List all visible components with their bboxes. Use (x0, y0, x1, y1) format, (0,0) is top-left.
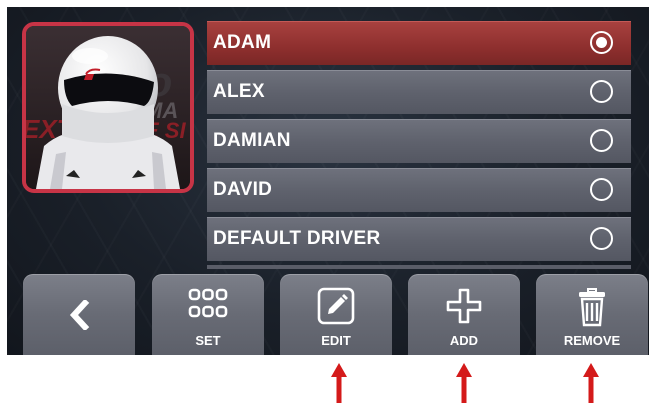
radio-selected-icon[interactable] (590, 31, 613, 54)
set-label: SET (195, 333, 221, 348)
driver-name: DEFAULT DRIVER (213, 228, 381, 249)
edit-label: EDIT (321, 333, 351, 348)
driver-select-screen: po MA EXT E SI ADAM ALEX (7, 7, 649, 355)
arrow-up-icon (583, 363, 599, 403)
driver-name: ADAM (213, 32, 272, 53)
pencil-icon (317, 287, 355, 329)
driver-row-david[interactable]: DAVID (207, 168, 631, 212)
radio-unselected-icon[interactable] (590, 178, 613, 201)
radio-unselected-icon[interactable] (590, 80, 613, 103)
trash-icon (576, 285, 608, 331)
chevron-left-icon (68, 298, 90, 334)
driver-list: ADAM ALEX DAMIAN DAVID DEFAULT DRIVER (207, 21, 631, 266)
driver-name: ALEX (213, 81, 265, 102)
driver-row-alex[interactable]: ALEX (207, 70, 631, 114)
back-button[interactable] (23, 274, 135, 355)
remove-button[interactable]: REMOVE (536, 274, 648, 355)
plus-icon (445, 287, 483, 329)
driver-name: DAMIAN (213, 130, 291, 151)
driver-row-adam[interactable]: ADAM (207, 21, 631, 65)
radio-unselected-icon[interactable] (590, 227, 613, 250)
remove-label: REMOVE (563, 333, 621, 348)
radio-unselected-icon[interactable] (590, 129, 613, 152)
grid-icon (188, 287, 228, 325)
driver-name: DAVID (213, 179, 273, 200)
list-scroll-edge (207, 265, 631, 269)
driver-avatar: po MA EXT E SI (22, 22, 194, 193)
add-button[interactable]: ADD (408, 274, 520, 355)
arrow-up-icon (331, 363, 347, 403)
arrow-up-icon (456, 363, 472, 403)
driver-row-default-driver[interactable]: DEFAULT DRIVER (207, 217, 631, 261)
set-button[interactable]: SET (152, 274, 264, 355)
driver-row-damian[interactable]: DAMIAN (207, 119, 631, 163)
driver-photo-helmet: po MA EXT E SI (26, 26, 190, 189)
edit-button[interactable]: EDIT (280, 274, 392, 355)
add-label: ADD (449, 333, 479, 348)
